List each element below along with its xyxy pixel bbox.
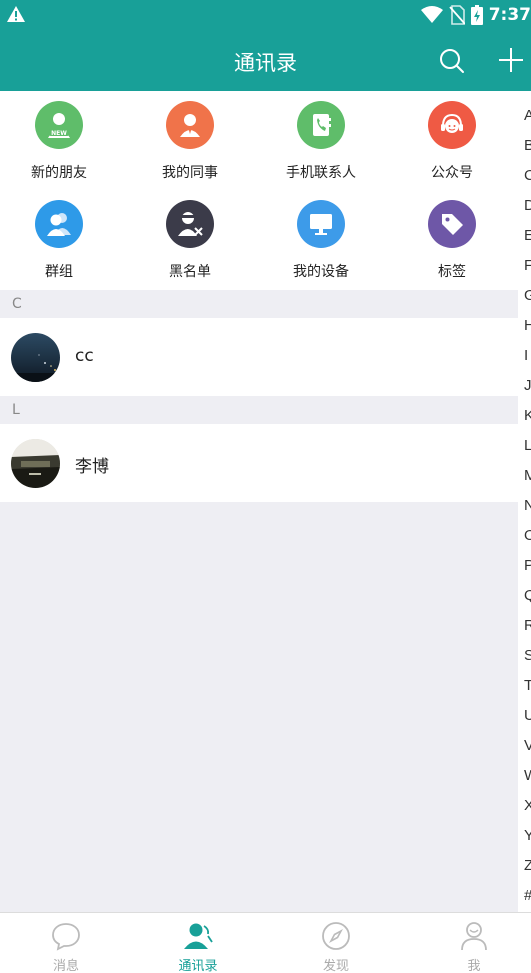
battery-icon bbox=[470, 5, 483, 25]
index-letter[interactable]: T bbox=[524, 677, 531, 695]
blacklist-icon bbox=[178, 212, 203, 236]
contact-name: cc bbox=[75, 346, 94, 366]
status-time: 7:37 bbox=[488, 5, 531, 25]
contact-name: 李博 bbox=[75, 457, 109, 477]
shortcut-label: 标签 bbox=[438, 264, 466, 280]
shortcut-new-friends[interactable]: NEW 新的朋友 bbox=[0, 91, 118, 187]
add-icon[interactable] bbox=[497, 46, 525, 74]
contacts-content: NEW 新的朋友 我的同事 手机联系人 公众号 群组 黑名单 我的设备 标签 C… bbox=[0, 91, 518, 912]
shortcut-label: 手机联系人 bbox=[286, 165, 356, 181]
shortcut-label: 公众号 bbox=[431, 165, 473, 181]
no-sim-icon bbox=[449, 5, 465, 25]
shortcut-blacklist[interactable]: 黑名单 bbox=[131, 190, 249, 286]
svg-text:NEW: NEW bbox=[51, 130, 67, 137]
tab-label: 发现 bbox=[322, 959, 349, 973]
shortcut-groups[interactable]: 群组 bbox=[0, 190, 118, 286]
shortcut-official-accounts[interactable]: 公众号 bbox=[393, 91, 511, 187]
index-letter[interactable]: W bbox=[524, 767, 531, 785]
tab-label: 通讯录 bbox=[178, 959, 218, 973]
chat-bubble-icon bbox=[52, 923, 80, 951]
group-icon bbox=[47, 213, 71, 236]
index-letter[interactable]: Z bbox=[524, 857, 531, 875]
index-letter[interactable]: J bbox=[524, 377, 531, 395]
tab-label: 我 bbox=[467, 959, 481, 973]
shortcut-phone-contacts[interactable]: 手机联系人 bbox=[262, 91, 380, 187]
index-letter[interactable]: F bbox=[524, 257, 531, 275]
index-letter[interactable]: N bbox=[524, 497, 531, 515]
index-letter[interactable]: M bbox=[524, 467, 531, 485]
index-letter[interactable]: E bbox=[524, 227, 531, 245]
index-letter[interactable]: S bbox=[524, 647, 531, 665]
colleague-icon bbox=[180, 114, 200, 137]
person-icon bbox=[461, 922, 487, 951]
warning-icon bbox=[7, 6, 25, 22]
index-letter[interactable]: P bbox=[524, 557, 531, 575]
shortcut-my-devices[interactable]: 我的设备 bbox=[262, 190, 380, 286]
index-letter[interactable]: H bbox=[524, 317, 531, 335]
tab-messages[interactable]: 消息 bbox=[0, 913, 132, 973]
index-letter[interactable]: R bbox=[524, 617, 531, 635]
tag-icon bbox=[442, 214, 463, 235]
avatar bbox=[11, 439, 60, 488]
section-header-c: C bbox=[0, 290, 518, 318]
official-account-icon bbox=[441, 113, 463, 133]
shortcut-circle bbox=[166, 101, 214, 149]
wifi-icon bbox=[420, 6, 443, 23]
section-header-l: L bbox=[0, 396, 518, 424]
phone-contacts-icon bbox=[313, 114, 331, 136]
contacts-icon bbox=[184, 923, 213, 949]
device-icon bbox=[310, 214, 332, 235]
status-bar: 7:37 bbox=[0, 0, 531, 30]
index-letter[interactable]: I bbox=[524, 347, 528, 365]
shortcut-label: 新的朋友 bbox=[31, 165, 87, 181]
index-letter[interactable]: A bbox=[524, 107, 531, 125]
avatar bbox=[11, 333, 60, 382]
index-letter[interactable]: K bbox=[524, 407, 531, 425]
index-letter[interactable]: O bbox=[524, 527, 531, 545]
index-letter[interactable]: Q bbox=[524, 587, 531, 605]
shortcut-grid: NEW 新的朋友 我的同事 手机联系人 公众号 群组 黑名单 我的设备 标签 bbox=[0, 91, 518, 290]
index-letter[interactable]: U bbox=[524, 707, 531, 725]
shortcut-circle bbox=[428, 200, 476, 248]
contact-row-cc[interactable]: cc bbox=[0, 318, 518, 396]
shortcut-label: 我的设备 bbox=[293, 264, 349, 280]
shortcut-colleagues[interactable]: 我的同事 bbox=[131, 91, 249, 187]
shortcut-label: 我的同事 bbox=[162, 165, 218, 181]
tab-me[interactable]: 我 bbox=[408, 913, 531, 973]
alphabet-index-bar[interactable]: A B C D E F G H I J K L M N O P Q R S T … bbox=[518, 91, 531, 912]
index-letter[interactable]: L bbox=[524, 437, 531, 455]
shortcut-label: 黑名单 bbox=[169, 264, 211, 280]
tab-label: 消息 bbox=[52, 959, 79, 973]
shortcut-circle: NEW bbox=[35, 101, 83, 149]
index-letter[interactable]: V bbox=[524, 737, 531, 755]
app-bar: 通讯录 bbox=[0, 30, 531, 91]
index-letter[interactable]: D bbox=[524, 197, 531, 215]
index-letter[interactable]: G bbox=[524, 287, 531, 305]
shortcut-circle bbox=[428, 101, 476, 149]
shortcut-circle bbox=[297, 200, 345, 248]
tab-discover[interactable]: 发现 bbox=[270, 913, 402, 973]
tab-contacts[interactable]: 通讯录 bbox=[132, 913, 264, 973]
index-letter[interactable]: B bbox=[524, 137, 531, 155]
shortcut-circle bbox=[166, 200, 214, 248]
index-letter[interactable]: X bbox=[524, 797, 531, 815]
index-letter[interactable]: C bbox=[524, 167, 531, 185]
index-letter[interactable]: Y bbox=[524, 827, 531, 845]
search-icon[interactable] bbox=[438, 47, 466, 75]
bottom-nav: 消息 通讯录 发现 我 bbox=[0, 912, 531, 973]
shortcut-tags[interactable]: 标签 bbox=[393, 190, 511, 286]
shortcut-label: 群组 bbox=[45, 264, 73, 280]
contact-row-li-bo[interactable]: 李博 bbox=[0, 424, 518, 502]
new-friend-icon: NEW bbox=[48, 113, 70, 138]
shortcut-circle bbox=[297, 101, 345, 149]
index-letter[interactable]: # bbox=[524, 887, 531, 905]
compass-icon bbox=[322, 922, 350, 950]
shortcut-circle bbox=[35, 200, 83, 248]
